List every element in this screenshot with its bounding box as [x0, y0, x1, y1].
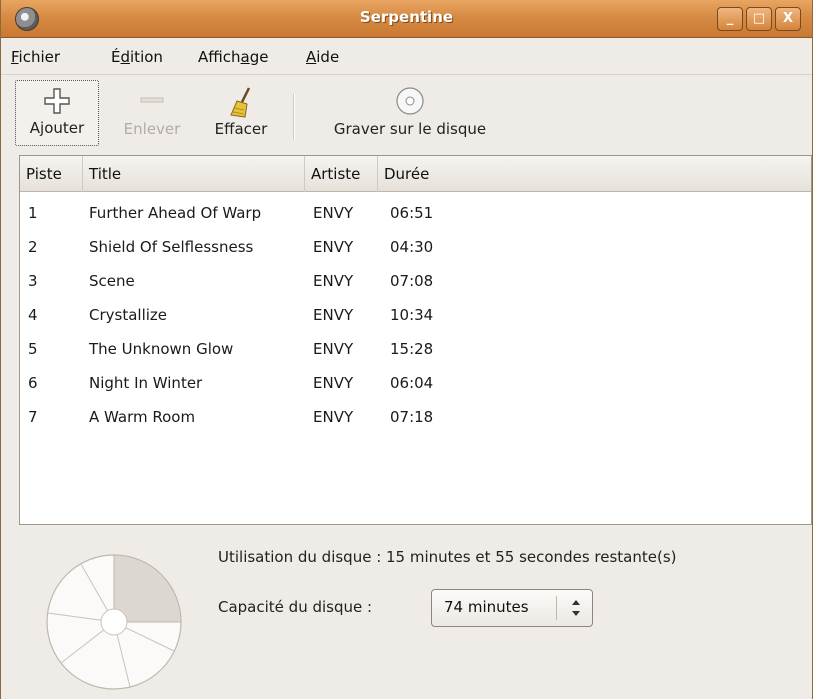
track-number: 3	[28, 272, 38, 290]
add-button[interactable]: Ajouter	[15, 80, 99, 146]
track-artist: ENVY	[313, 306, 354, 324]
track-number: 2	[28, 238, 38, 256]
disc-usage-label: Utilisation du disque : 15 minutes et 55…	[218, 548, 677, 566]
menu-bar: Fichier Édition Affichage Aide	[1, 39, 812, 75]
toolbar-separator	[293, 94, 295, 140]
track-row[interactable]: 2 Shield Of Selflessness ENVY 04:30	[20, 230, 811, 264]
track-duration: 07:18	[390, 408, 434, 426]
track-row[interactable]: 1 Further Ahead Of Warp ENVY 06:51	[20, 196, 811, 230]
window-title: Serpentine	[359, 8, 454, 26]
toolbar: Ajouter Enlever Effacer Graver sur le di…	[1, 76, 812, 152]
disc-capacity-select[interactable]: 74 minutes	[431, 589, 593, 627]
track-artist: ENVY	[313, 340, 354, 358]
burn-button[interactable]: Graver sur le disque	[307, 80, 513, 146]
minus-icon	[140, 97, 164, 103]
track-title: Scene	[89, 272, 135, 290]
add-button-label: Ajouter	[29, 119, 85, 137]
plus-icon	[44, 88, 70, 114]
track-title: A Warm Room	[89, 408, 196, 426]
track-row[interactable]: 4 Crystallize ENVY 10:34	[20, 298, 811, 332]
track-title: Shield Of Selflessness	[89, 238, 254, 256]
cd-icon	[396, 87, 424, 115]
app-window: Serpentine _ □ X Fichier Édition Afficha…	[0, 0, 813, 699]
column-header-artiste[interactable]: Artiste	[305, 156, 378, 192]
track-duration: 07:08	[390, 272, 434, 290]
track-title: Further Ahead Of Warp	[89, 204, 262, 222]
track-duration: 15:28	[390, 340, 434, 358]
menu-affichage[interactable]: Affichage	[198, 48, 268, 66]
broom-icon	[230, 87, 251, 118]
track-duration: 06:04	[390, 374, 434, 392]
track-row[interactable]: 6 Night In Winter ENVY 06:04	[20, 366, 811, 400]
clear-button-label: Effacer	[214, 120, 268, 138]
track-artist: ENVY	[313, 238, 354, 256]
track-number: 4	[28, 306, 38, 324]
disc-capacity-value: 74 minutes	[444, 598, 529, 616]
track-title: The Unknown Glow	[89, 340, 234, 358]
track-number: 1	[28, 204, 38, 222]
track-number: 7	[28, 408, 38, 426]
clear-button[interactable]: Effacer	[199, 80, 283, 146]
disc-usage-pie	[46, 554, 182, 690]
menu-fichier[interactable]: Fichier	[11, 48, 60, 66]
disc-capacity-label: Capacité du disque :	[218, 598, 373, 616]
track-number: 5	[28, 340, 38, 358]
remove-button[interactable]: Enlever	[111, 80, 193, 146]
menu-edition[interactable]: Édition	[111, 48, 163, 66]
track-duration: 04:30	[390, 238, 434, 256]
remove-button-label: Enlever	[123, 120, 181, 138]
track-row[interactable]: 3 Scene ENVY 07:08	[20, 264, 811, 298]
track-artist: ENVY	[313, 204, 354, 222]
track-duration: 10:34	[390, 306, 434, 324]
track-artist: ENVY	[313, 374, 354, 392]
track-number: 6	[28, 374, 38, 392]
menu-aide[interactable]: Aide	[306, 48, 339, 66]
track-title: Crystallize	[89, 306, 168, 324]
minimize-button[interactable]: _	[717, 7, 743, 31]
close-button[interactable]: X	[775, 7, 801, 31]
column-header-piste[interactable]: Piste	[20, 156, 83, 192]
column-header-duree[interactable]: Durée	[378, 156, 811, 192]
track-artist: ENVY	[313, 272, 354, 290]
maximize-button[interactable]: □	[746, 7, 772, 31]
track-row[interactable]: 7 A Warm Room ENVY 07:18	[20, 400, 811, 434]
track-row[interactable]: 5 The Unknown Glow ENVY 15:28	[20, 332, 811, 366]
column-header-title[interactable]: Title	[83, 156, 305, 192]
updown-arrows-icon	[572, 600, 580, 616]
track-artist: ENVY	[313, 408, 354, 426]
combo-separator	[556, 596, 557, 620]
track-list-header: Piste Title Artiste Durée	[20, 156, 811, 192]
track-duration: 06:51	[390, 204, 434, 222]
burn-button-label: Graver sur le disque	[333, 120, 487, 138]
title-bar[interactable]: Serpentine _ □ X	[1, 0, 812, 38]
track-list[interactable]: Piste Title Artiste Durée 1 Further Ahead…	[19, 155, 812, 525]
track-title: Night In Winter	[89, 374, 203, 392]
